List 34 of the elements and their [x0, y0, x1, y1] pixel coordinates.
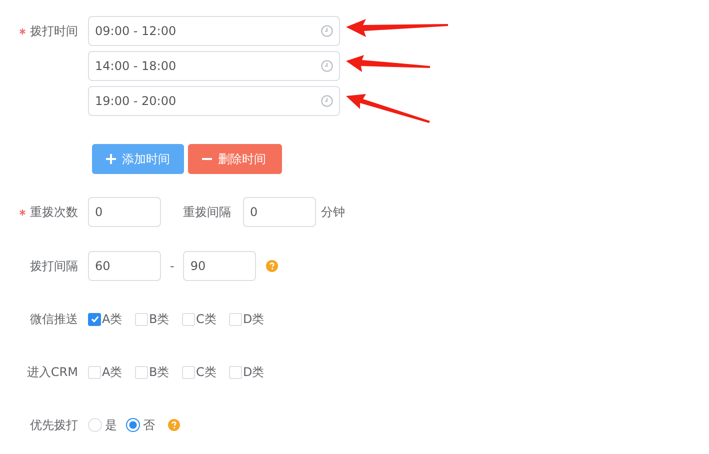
checkbox-label[interactable]: C类: [196, 364, 216, 380]
time-range-field[interactable]: 19:00 - 20:00: [88, 86, 340, 116]
checkbox-label[interactable]: D类: [243, 364, 264, 380]
input-field[interactable]: 60: [88, 251, 161, 281]
field-label: 重拨次数: [30, 204, 78, 220]
field-label: 进入CRM: [26, 364, 78, 380]
field-label: 优先拨打: [30, 416, 78, 434]
field-label: 微信推送: [30, 310, 78, 328]
time-range-field[interactable]: 14:00 - 18:00: [88, 51, 340, 81]
radio-button[interactable]: [126, 418, 140, 432]
checkbox-label[interactable]: B类: [149, 364, 170, 380]
range-separator: -: [170, 259, 174, 273]
field-label: 拨打时间: [30, 22, 78, 40]
checkbox[interactable]: [88, 312, 101, 326]
clock-icon: [321, 25, 333, 37]
input-field[interactable]: 0: [243, 197, 316, 227]
time-range-field[interactable]: 09:00 - 12:00: [88, 16, 340, 46]
plus-icon: [106, 154, 116, 164]
field-label: 重拨间隔: [183, 204, 231, 220]
checkbox-label[interactable]: C类: [196, 310, 216, 328]
checkbox-label[interactable]: B类: [149, 310, 170, 328]
input-field[interactable]: 90: [183, 251, 256, 281]
checkbox-label[interactable]: D类: [243, 310, 264, 328]
input-field[interactable]: 0: [88, 197, 161, 227]
radio-label[interactable]: 否: [143, 416, 155, 434]
clock-icon: [321, 95, 333, 107]
checkbox-label[interactable]: A类: [102, 364, 122, 380]
clock-icon: [321, 60, 333, 72]
field-label: 拨打间隔: [30, 258, 78, 274]
checkbox-label[interactable]: A类: [102, 310, 122, 328]
help-icon[interactable]: [168, 419, 180, 431]
unit-label: 分钟: [321, 204, 345, 220]
help-icon[interactable]: [266, 260, 278, 272]
radio-label[interactable]: 是: [105, 416, 117, 434]
